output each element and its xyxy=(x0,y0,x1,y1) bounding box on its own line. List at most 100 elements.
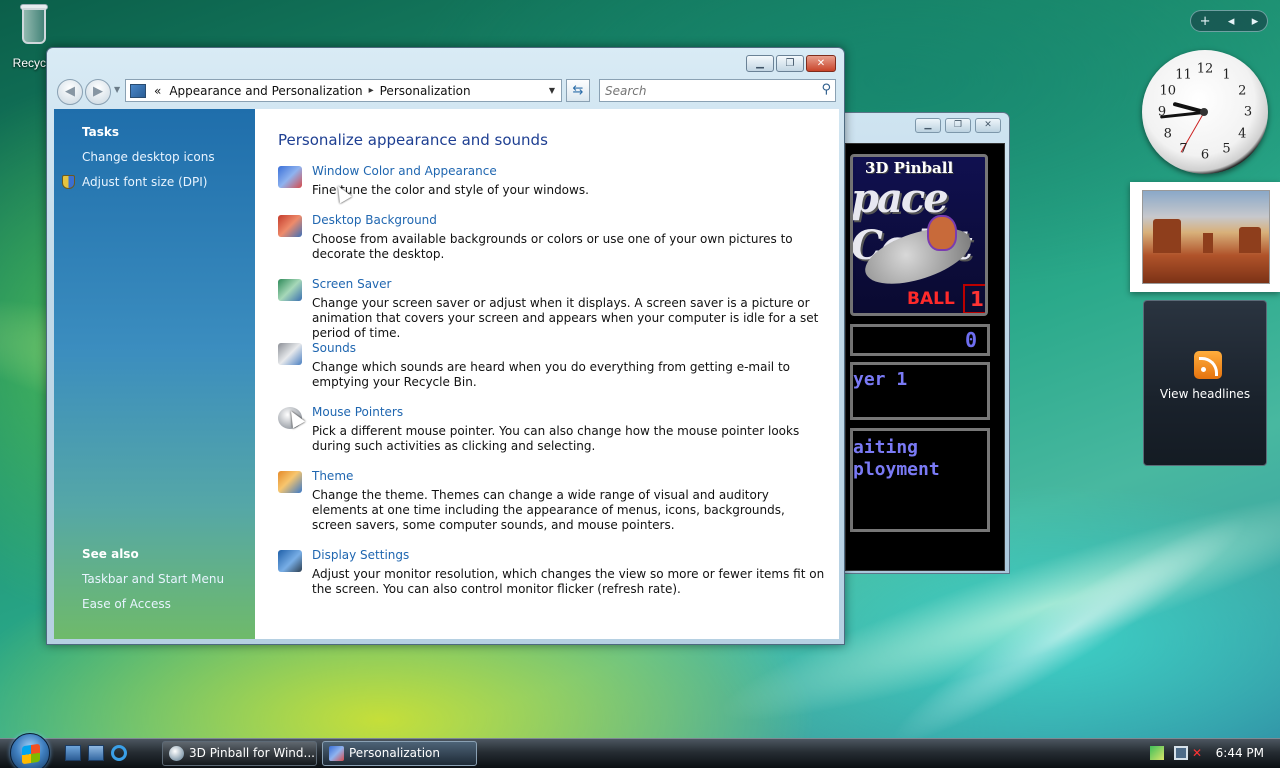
forward-button[interactable]: ▶ xyxy=(85,79,111,105)
pinball-close-button[interactable]: ✕ xyxy=(975,118,1001,133)
show-desktop-icon[interactable] xyxy=(65,745,81,761)
volume-muted-icon[interactable]: ✕ xyxy=(1192,746,1206,760)
clock-gadget[interactable]: 12 1 2 3 4 5 6 7 8 9 10 11 xyxy=(1142,50,1268,174)
clock-number: 7 xyxy=(1179,141,1188,157)
adjust-font-size-link[interactable]: Adjust font size (DPI) xyxy=(82,175,207,189)
pinball-player: yer 1 xyxy=(850,362,990,420)
screen-saver-link[interactable]: Screen Saver xyxy=(312,277,391,291)
monument-valley-photo xyxy=(1142,190,1270,284)
taskbar: 3D Pinball for Wind... Personalization ✕… xyxy=(0,733,1280,768)
control-panel-icon xyxy=(130,83,146,98)
clock-number: 5 xyxy=(1222,141,1231,157)
pinball-icon xyxy=(169,746,184,761)
refresh-button[interactable]: ⇆ xyxy=(566,79,590,102)
pinball-score: 0 xyxy=(850,324,990,356)
slideshow-gadget[interactable] xyxy=(1130,182,1280,292)
window-color-desc: Fine tune the color and style of your wi… xyxy=(312,183,589,197)
clock-number: 1 xyxy=(1222,67,1231,83)
breadcrumb-appearance[interactable]: Appearance and Personalization xyxy=(169,84,362,98)
desktop-background-icon xyxy=(278,215,302,237)
personalization-window[interactable]: ▁ ❐ ✕ ◀ ▶ ▼ « Appearance and Personaliza… xyxy=(46,47,845,645)
clock-number: 12 xyxy=(1196,61,1214,77)
taskbar-personalization-button[interactable]: Personalization xyxy=(322,741,477,766)
breadcrumb-prefix[interactable]: « xyxy=(154,84,161,98)
breadcrumb-personalization[interactable]: Personalization xyxy=(380,84,471,98)
recent-pages-dropdown-icon[interactable]: ▼ xyxy=(114,85,120,94)
window-color-link[interactable]: Window Color and Appearance xyxy=(312,164,497,178)
network-icon[interactable] xyxy=(1174,746,1188,760)
search-box[interactable]: ⚲ xyxy=(599,79,836,102)
maximize-button[interactable]: ❐ xyxy=(776,55,804,72)
minimize-button[interactable]: ▁ xyxy=(746,55,774,72)
ball-number: 1 xyxy=(963,284,985,313)
display-settings-desc: Adjust your monitor resolution, which ch… xyxy=(312,567,825,596)
add-gadget-button[interactable]: + xyxy=(1200,14,1211,29)
sidebar-gadget-controls: + ◂ ▸ xyxy=(1190,10,1268,32)
address-bar[interactable]: « Appearance and Personalization ▸ Perso… xyxy=(125,79,562,102)
previous-page-button[interactable]: ◂ xyxy=(1228,14,1235,29)
theme-icon xyxy=(278,471,302,493)
sounds-desc: Change which sounds are heard when you d… xyxy=(312,360,790,389)
ball-label: BALL xyxy=(907,289,955,309)
next-page-button[interactable]: ▸ xyxy=(1252,14,1259,29)
close-button[interactable]: ✕ xyxy=(806,55,836,72)
back-button[interactable]: ◀ xyxy=(57,79,83,105)
display-settings-icon xyxy=(278,550,302,572)
see-also-header: See also xyxy=(82,547,139,561)
recycle-bin-icon xyxy=(17,2,51,46)
start-button[interactable] xyxy=(10,733,50,768)
clock-center-pin xyxy=(1200,108,1208,116)
mouse-pointers-desc: Pick a different mouse pointer. You can … xyxy=(312,424,800,453)
window-color-icon xyxy=(278,166,302,188)
screen-saver-desc: Change your screen saver or adjust when … xyxy=(312,296,819,340)
pinball-minimize-button[interactable]: ▁ xyxy=(915,118,941,133)
desktop-background-link[interactable]: Desktop Background xyxy=(312,213,437,227)
address-dropdown-icon[interactable]: ▼ xyxy=(543,80,561,101)
ease-of-access-link[interactable]: Ease of Access xyxy=(82,597,171,611)
system-tray: ✕ 6:44 PM xyxy=(1140,739,1280,768)
window-controls: ▁ ❐ ✕ xyxy=(746,55,836,72)
clock-number: 8 xyxy=(1163,126,1172,141)
screen-saver-icon xyxy=(278,279,302,301)
clock-number: 4 xyxy=(1238,126,1247,141)
feed-headlines-gadget[interactable]: View headlines xyxy=(1143,300,1267,466)
rss-icon xyxy=(1194,351,1222,379)
clock-number: 11 xyxy=(1175,67,1192,83)
switch-windows-icon[interactable] xyxy=(88,745,104,761)
pinball-maximize-button[interactable]: ❐ xyxy=(945,118,971,133)
view-headlines-link[interactable]: View headlines xyxy=(1144,387,1266,401)
clock-number: 10 xyxy=(1159,83,1177,98)
theme-link[interactable]: Theme xyxy=(312,469,353,483)
pinball-window-controls: ▁ ❐ ✕ xyxy=(915,118,1001,133)
taskbar-pinball-button[interactable]: 3D Pinball for Wind... xyxy=(162,741,317,766)
navigation-bar: ◀ ▶ ▼ « Appearance and Personalization ▸… xyxy=(53,77,838,105)
taskbar-personalization-label: Personalization xyxy=(349,746,440,760)
taskbar-clock[interactable]: 6:44 PM xyxy=(1216,746,1264,760)
breadcrumb-separator-icon[interactable]: ▸ xyxy=(369,85,374,96)
search-icon[interactable]: ⚲ xyxy=(821,82,831,97)
cadet-pilot-graphic xyxy=(927,215,957,251)
sounds-link[interactable]: Sounds xyxy=(312,341,356,355)
taskbar-pinball-label: 3D Pinball for Wind... xyxy=(189,746,315,760)
clock-number: 9 xyxy=(1157,104,1167,120)
sounds-icon xyxy=(278,343,302,365)
task-pane: Tasks Change desktop icons Adjust font s… xyxy=(54,109,255,639)
windows-logo-icon xyxy=(22,743,40,765)
search-input[interactable] xyxy=(600,80,800,101)
clock-number: 2 xyxy=(1238,83,1247,98)
windows-sidebar-tray-icon[interactable] xyxy=(1150,746,1164,760)
change-desktop-icons-link[interactable]: Change desktop icons xyxy=(82,150,215,164)
pinball-game-area[interactable]: 3D Pinball pace Cadet BALL 1 0 yer 1 ait… xyxy=(845,143,1005,571)
desktop-background-desc: Choose from available backgrounds or col… xyxy=(312,232,793,261)
pinball-message: aiting ployment xyxy=(850,428,990,532)
mouse-pointers-link[interactable]: Mouse Pointers xyxy=(312,405,403,419)
theme-desc: Change the theme. Themes can change a wi… xyxy=(312,488,785,532)
uac-shield-icon xyxy=(62,175,75,189)
tasks-header: Tasks xyxy=(82,125,120,139)
display-settings-link[interactable]: Display Settings xyxy=(312,548,409,562)
personalization-icon xyxy=(329,746,344,761)
internet-explorer-icon[interactable] xyxy=(111,745,127,761)
taskbar-start-menu-link[interactable]: Taskbar and Start Menu xyxy=(82,572,224,586)
space-cadet-logo: 3D Pinball pace Cadet BALL 1 xyxy=(850,154,988,316)
clock-minute-hand xyxy=(1160,110,1205,119)
